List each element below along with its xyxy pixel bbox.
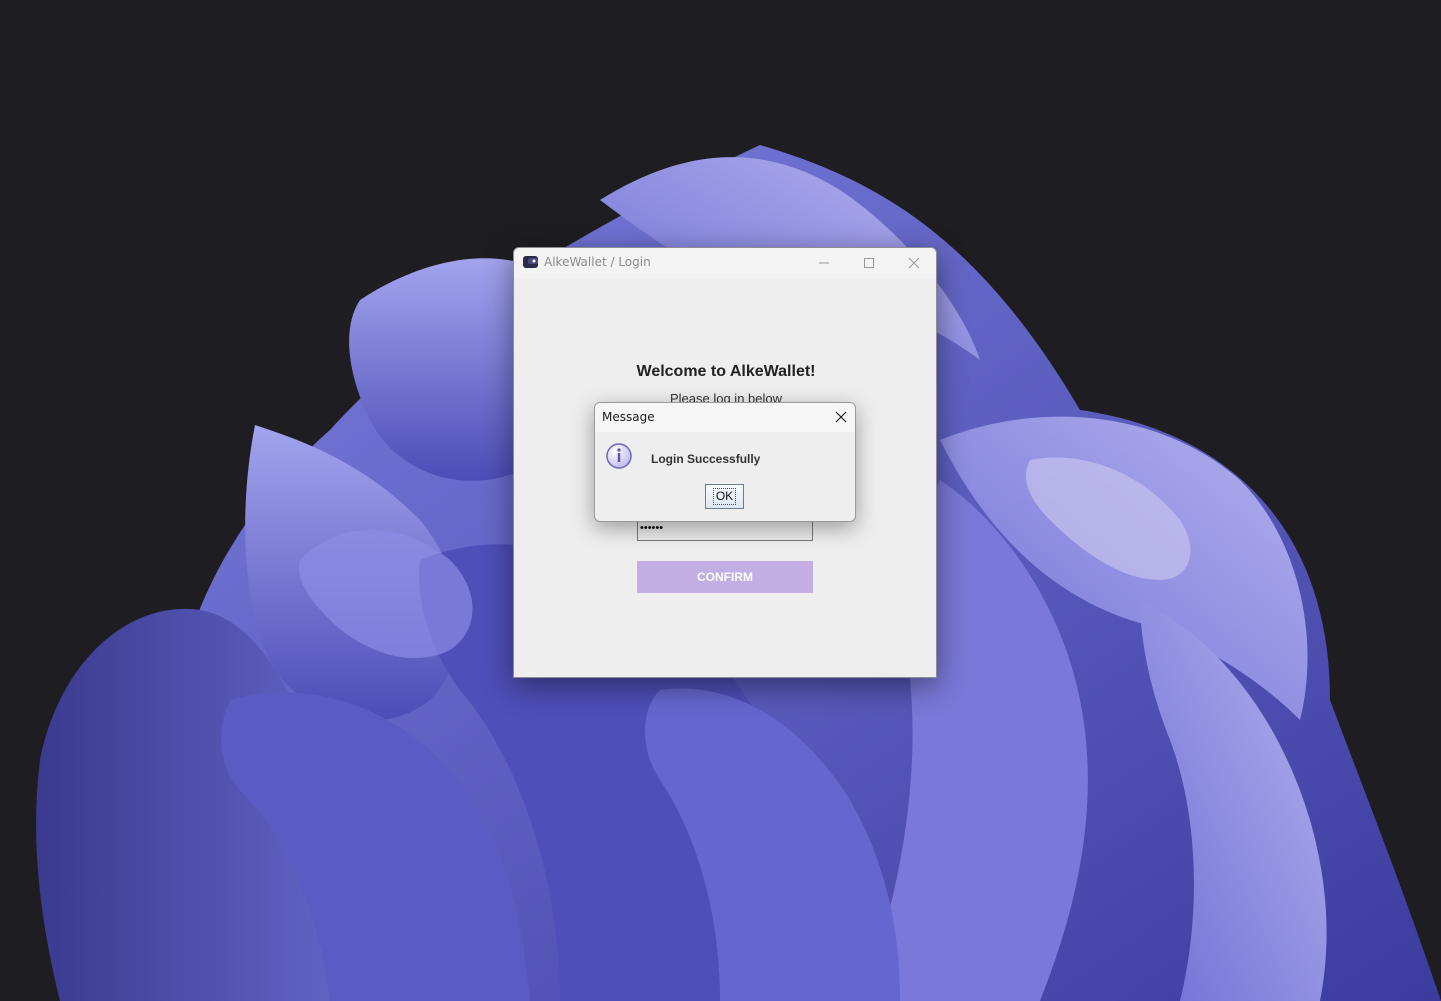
minimize-button[interactable] bbox=[801, 248, 847, 278]
title-bar[interactable]: AlkeWallet / Login bbox=[514, 248, 936, 278]
dialog-title: Message bbox=[602, 410, 655, 424]
minimize-icon bbox=[819, 262, 829, 264]
info-icon bbox=[606, 443, 632, 469]
dialog-close-button[interactable] bbox=[827, 403, 855, 431]
close-icon bbox=[908, 257, 920, 269]
dialog-message: Login Successfully bbox=[651, 452, 761, 466]
wallet-app-icon bbox=[523, 256, 538, 268]
close-icon bbox=[835, 411, 847, 423]
ok-button[interactable]: OK bbox=[705, 484, 744, 509]
close-button[interactable] bbox=[891, 248, 936, 278]
window-title: AlkeWallet / Login bbox=[544, 255, 651, 269]
ok-button-label: OK bbox=[712, 488, 737, 505]
welcome-heading: Welcome to AlkeWallet! bbox=[636, 363, 816, 380]
dialog-title-bar[interactable]: Message bbox=[595, 403, 855, 432]
message-dialog: Message Login Successfully OK bbox=[594, 402, 856, 522]
desktop: AlkeWallet / Login Welcome to AlkeWallet… bbox=[0, 0, 1441, 1001]
maximize-button[interactable] bbox=[846, 248, 892, 278]
maximize-icon bbox=[864, 258, 874, 268]
confirm-button[interactable]: CONFIRM bbox=[637, 561, 813, 593]
